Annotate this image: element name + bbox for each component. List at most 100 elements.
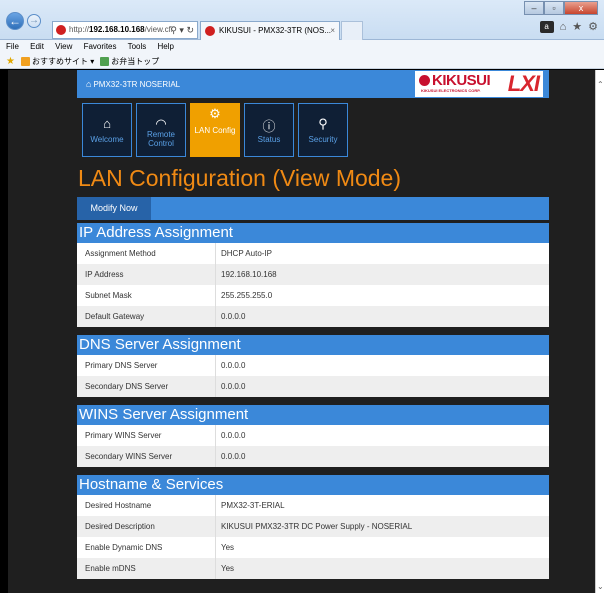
- table-row: Secondary WINS Server 0.0.0.0: [77, 446, 549, 467]
- minimize-button[interactable]: –: [524, 1, 544, 15]
- page-title: LAN Configuration (View Mode): [78, 165, 402, 191]
- row-key: Enable mDNS: [77, 558, 216, 579]
- menu-edit[interactable]: Edit: [30, 42, 44, 51]
- row-key: Primary DNS Server: [77, 355, 216, 376]
- menu-view[interactable]: View: [55, 42, 72, 51]
- favorite-item[interactable]: おすすめサイト ▾: [20, 54, 95, 69]
- extension-icon[interactable]: a: [539, 20, 554, 33]
- row-value: 0.0.0.0: [221, 452, 246, 461]
- row-value: Yes: [221, 564, 235, 573]
- row-value: Yes: [221, 543, 235, 552]
- section-wins-server: WINS Server Assignment Primary WINS Serv…: [77, 405, 549, 467]
- favorite-label: お弁当トップ: [111, 56, 160, 66]
- row-key: Secondary WINS Server: [77, 446, 216, 467]
- device-name: ⌂ PMX32-3TR NOSERIAL: [86, 79, 180, 89]
- row-key: Secondary DNS Server: [77, 376, 216, 397]
- row-key: Desired Description: [77, 516, 216, 537]
- row-value: KIKUSUI PMX32-3TR DC Power Supply - NOSE…: [221, 522, 413, 531]
- modify-bar: Modify Now: [77, 197, 549, 220]
- browser-titlebar: ← → http://192.168.10.168/view.cfi ⚲ ▾ ↻…: [0, 0, 604, 40]
- table-row: Enable mDNS Yes: [77, 558, 549, 579]
- tab-close-icon[interactable]: ×: [330, 22, 335, 40]
- tile-status[interactable]: ⓘ Status: [244, 103, 294, 157]
- settings-gear-icon[interactable]: ⚙: [588, 20, 598, 33]
- home-icon: ⌂: [86, 79, 92, 89]
- forward-button[interactable]: →: [27, 14, 41, 28]
- tile-label: Security: [308, 135, 338, 144]
- modify-now-button[interactable]: Modify Now: [77, 197, 151, 220]
- kikusui-logo: KIKUSUI: [419, 72, 491, 89]
- row-key: IP Address: [77, 264, 216, 285]
- row-key: Enable Dynamic DNS: [77, 537, 216, 558]
- tile-remote-control[interactable]: ◠ Remote Control: [136, 103, 186, 157]
- table-row: IP Address 192.168.10.168: [77, 264, 549, 285]
- tile-welcome[interactable]: ⌂ Welcome: [82, 103, 132, 157]
- table-row: Desired Description KIKUSUI PMX32-3TR DC …: [77, 516, 549, 537]
- section-hostname-services: Hostname & Services Desired Hostname PMX3…: [77, 475, 549, 579]
- device-name-text: PMX32-3TR NOSERIAL: [93, 80, 181, 89]
- section-title: IP Address Assignment: [77, 223, 549, 243]
- row-value: 0.0.0.0: [221, 312, 246, 321]
- lxi-logo: LXI: [507, 71, 540, 96]
- menu-bar: File Edit View Favorites Tools Help: [0, 40, 604, 54]
- section-ip-address: IP Address Assignment Assignment Method D…: [77, 223, 549, 327]
- row-key: Subnet Mask: [77, 285, 216, 306]
- key-icon: ⚲: [318, 116, 328, 131]
- row-key: Default Gateway: [77, 306, 216, 327]
- table-row: Enable Dynamic DNS Yes: [77, 537, 549, 558]
- scroll-up-icon[interactable]: ⌃: [597, 80, 604, 89]
- vertical-scrollbar[interactable]: ⌃ ⌄: [595, 70, 604, 593]
- page-viewport: ⌂ PMX32-3TR NOSERIAL KIKUSUI KIKUSUI ELEC…: [8, 70, 595, 593]
- section-title: Hostname & Services: [77, 475, 549, 495]
- row-value: 0.0.0.0: [221, 431, 246, 440]
- favorites-star-icon[interactable]: ★: [6, 54, 15, 69]
- row-value: 0.0.0.0: [221, 382, 246, 391]
- row-key: Primary WINS Server: [77, 425, 216, 446]
- page-left-edge: [0, 70, 8, 593]
- table-row: Default Gateway 0.0.0.0: [77, 306, 549, 327]
- menu-tools[interactable]: Tools: [128, 42, 147, 51]
- tile-lan-config[interactable]: ⚙ LAN Config: [190, 103, 240, 157]
- row-value: DHCP Auto-IP: [221, 249, 272, 258]
- address-host: 192.168.10.168: [89, 25, 145, 34]
- menu-file[interactable]: File: [6, 42, 19, 51]
- toolbar-icons: a ⌂ ★ ⚙: [539, 20, 598, 33]
- section-title: DNS Server Assignment: [77, 335, 549, 355]
- table-row: Assignment Method DHCP Auto-IP: [77, 243, 549, 264]
- browser-tab[interactable]: KIKUSUI - PMX32-3TR (NOS... ×: [200, 21, 340, 40]
- search-refresh-icon[interactable]: ⚲ ▾ ↻: [170, 22, 194, 38]
- tile-label: Status: [257, 135, 281, 144]
- tile-label: Welcome: [90, 135, 124, 144]
- kikusui-logo-text: KIKUSUI: [432, 72, 491, 89]
- row-value: 0.0.0.0: [221, 361, 246, 370]
- home-toolbar-icon[interactable]: ⌂: [560, 21, 567, 33]
- window-controls: – ▫ x: [524, 1, 598, 15]
- info-icon: ⓘ: [262, 119, 276, 134]
- address-path: /view.cfi: [144, 25, 173, 34]
- new-tab-button[interactable]: [341, 21, 363, 40]
- site-favicon-icon: [56, 25, 66, 35]
- gear-icon: ⚙: [209, 106, 221, 121]
- menu-favorites[interactable]: Favorites: [84, 42, 117, 51]
- section-dns-server: DNS Server Assignment Primary DNS Server…: [77, 335, 549, 397]
- close-window-button[interactable]: x: [564, 1, 598, 15]
- table-row: Primary WINS Server 0.0.0.0: [77, 425, 549, 446]
- favorites-star-icon[interactable]: ★: [572, 20, 582, 33]
- table-row: Subnet Mask 255.255.255.0: [77, 285, 549, 306]
- address-bar[interactable]: http://192.168.10.168/view.cfi ⚲ ▾ ↻: [52, 21, 198, 39]
- row-value: 255.255.255.0: [221, 291, 273, 300]
- maximize-button[interactable]: ▫: [544, 1, 564, 15]
- back-button[interactable]: ←: [6, 12, 24, 30]
- tile-security[interactable]: ⚲ Security: [298, 103, 348, 157]
- table-row: Primary DNS Server 0.0.0.0: [77, 355, 549, 376]
- favorites-bar: ★ おすすめサイト ▾ お弁当トップ: [0, 54, 604, 69]
- menu-help[interactable]: Help: [158, 42, 174, 51]
- nav-tiles: ⌂ Welcome ◠ Remote Control ⚙ LAN Config …: [77, 103, 549, 157]
- lxi-page: ⌂ PMX32-3TR NOSERIAL KIKUSUI KIKUSUI ELEC…: [77, 70, 549, 579]
- favorite-label: おすすめサイト ▾: [31, 56, 95, 66]
- row-key: Assignment Method: [77, 243, 216, 264]
- scroll-down-icon[interactable]: ⌄: [597, 582, 604, 591]
- kikusui-logo-subtext: KIKUSUI ELECTRONICS CORP.: [421, 88, 481, 93]
- favorite-item[interactable]: お弁当トップ: [100, 54, 159, 69]
- favorite-site-icon: [20, 56, 30, 66]
